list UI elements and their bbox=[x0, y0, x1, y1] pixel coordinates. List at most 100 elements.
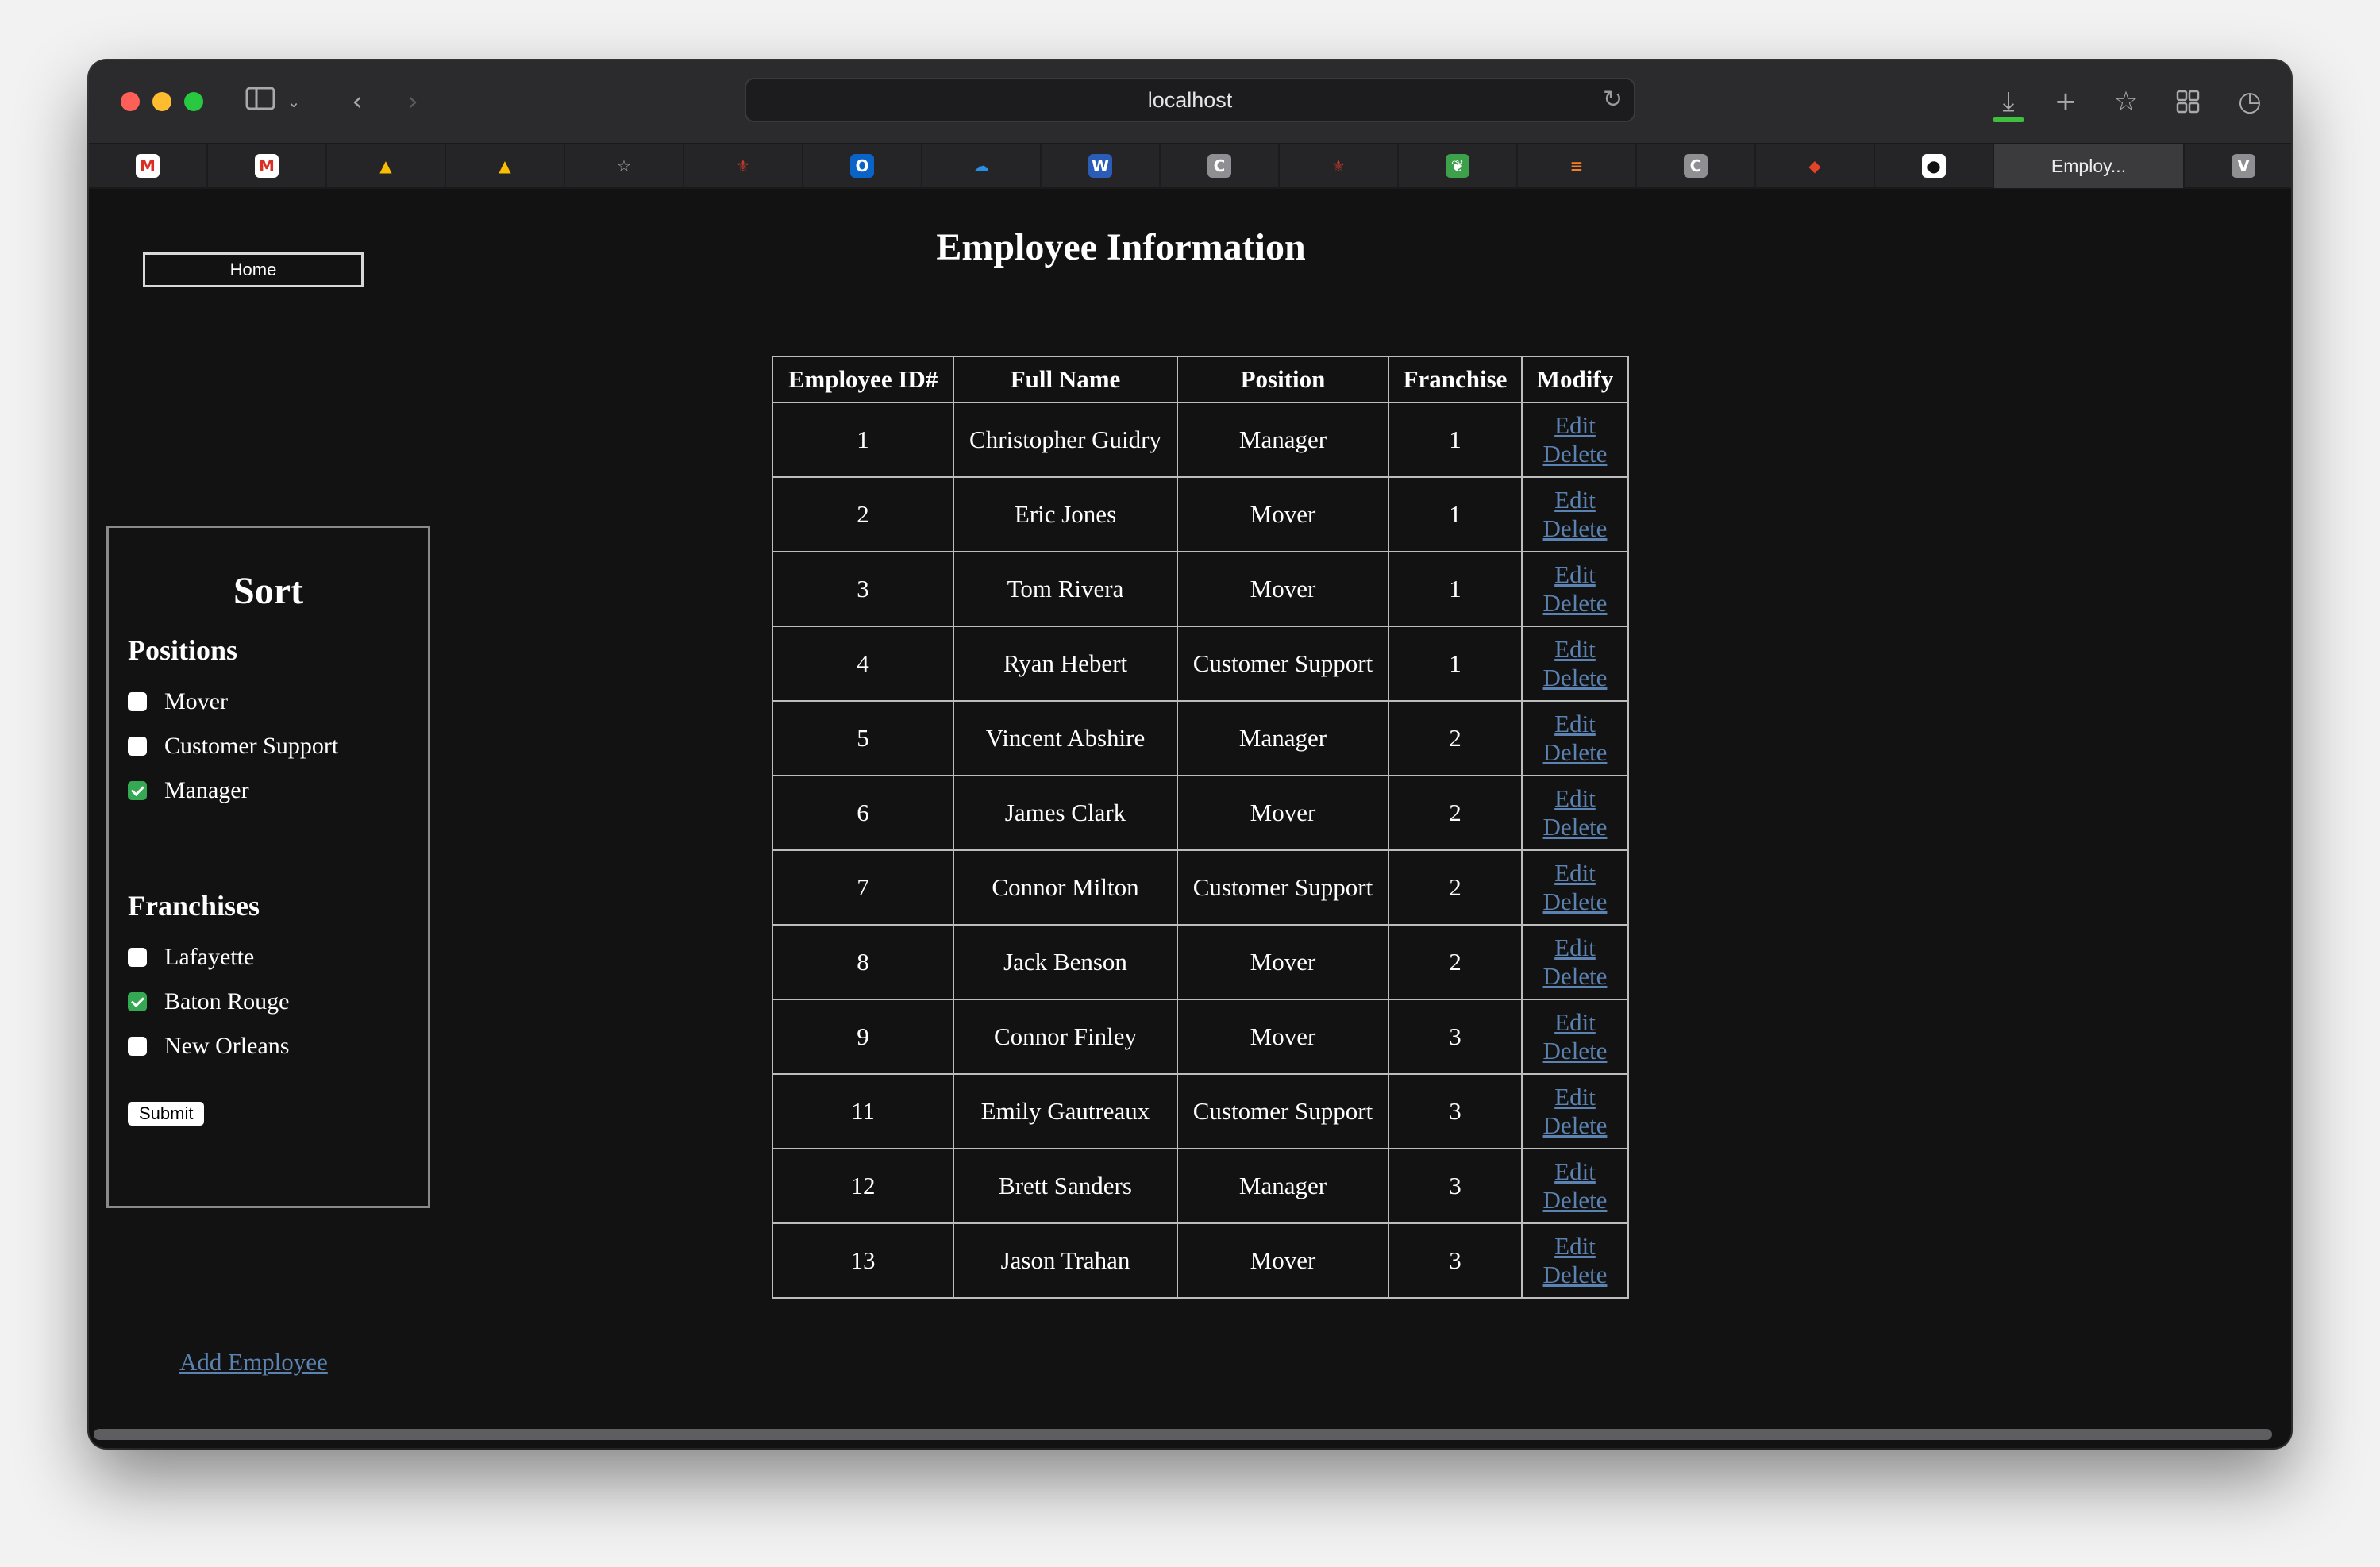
horizontal-scrollbar[interactable] bbox=[94, 1429, 2272, 1440]
delete-link[interactable]: Delete bbox=[1524, 589, 1626, 618]
table-row: 12 Brett Sanders Manager 3 Edit Delete bbox=[772, 1148, 1629, 1224]
franchise-checkbox[interactable] bbox=[128, 948, 147, 967]
position-cell: Customer Support bbox=[1177, 626, 1389, 702]
sidebar-toggle-icon[interactable] bbox=[243, 83, 278, 121]
delete-link[interactable]: Delete bbox=[1524, 440, 1626, 468]
edit-link[interactable]: Edit bbox=[1524, 1157, 1626, 1186]
edit-link[interactable]: Edit bbox=[1524, 1083, 1626, 1111]
edit-link[interactable]: Edit bbox=[1524, 859, 1626, 887]
star-icon: ☆ bbox=[617, 156, 631, 175]
forward-arrow-icon[interactable]: › bbox=[397, 83, 429, 121]
table-row: 7 Connor Milton Customer Support 2 Edit Delet… bbox=[772, 849, 1629, 926]
full-name-cell: Jack Benson bbox=[953, 924, 1178, 1000]
position-cell: Customer Support bbox=[1177, 1073, 1389, 1149]
franchise-cell: 2 bbox=[1388, 849, 1523, 926]
browser-tab[interactable]: V bbox=[2185, 144, 2291, 188]
column-header-modify: Modify bbox=[1521, 356, 1629, 403]
franchise-checkbox[interactable] bbox=[128, 992, 147, 1011]
word-icon: W bbox=[1088, 154, 1112, 178]
delete-link[interactable]: Delete bbox=[1524, 813, 1626, 841]
modify-cell: Edit Delete bbox=[1521, 626, 1629, 702]
minimize-window-button[interactable] bbox=[152, 92, 171, 111]
delete-link[interactable]: Delete bbox=[1524, 664, 1626, 692]
history-clock-icon[interactable]: ◷ bbox=[2231, 83, 2269, 121]
position-checkbox[interactable] bbox=[128, 692, 147, 711]
edit-link[interactable]: Edit bbox=[1524, 560, 1626, 589]
delete-link[interactable]: Delete bbox=[1524, 738, 1626, 767]
browser-tab[interactable]: ● bbox=[1875, 144, 1994, 188]
employee-id-cell: 13 bbox=[772, 1222, 954, 1299]
url-text: localhost bbox=[1147, 88, 1233, 112]
browser-tab[interactable]: M bbox=[89, 144, 208, 188]
fleur-de-lis-icon: ⚜ bbox=[736, 156, 750, 175]
submit-button[interactable]: Submit bbox=[128, 1102, 205, 1126]
google-drive-icon: ▲ bbox=[379, 156, 392, 175]
delete-link[interactable]: Delete bbox=[1524, 1037, 1626, 1065]
reload-icon[interactable]: ↻ bbox=[1603, 79, 1623, 121]
browser-tab[interactable]: O bbox=[803, 144, 922, 188]
edit-link[interactable]: Edit bbox=[1524, 934, 1626, 962]
edit-link[interactable]: Edit bbox=[1524, 486, 1626, 514]
position-cell: Mover bbox=[1177, 999, 1389, 1075]
position-option: Customer Support bbox=[128, 724, 409, 768]
edit-link[interactable]: Edit bbox=[1524, 1232, 1626, 1261]
add-employee-link[interactable]: Add Employee bbox=[179, 1348, 328, 1376]
browser-tab[interactable]: M bbox=[208, 144, 327, 188]
browser-tab[interactable]: ❦ bbox=[1399, 144, 1518, 188]
edit-link[interactable]: Edit bbox=[1524, 635, 1626, 664]
zoom-window-button[interactable] bbox=[184, 92, 203, 111]
full-name-cell: Vincent Abshire bbox=[953, 700, 1178, 776]
browser-tab[interactable]: ▲ bbox=[327, 144, 446, 188]
full-name-cell: Brett Sanders bbox=[953, 1148, 1178, 1224]
browser-tab[interactable]: W bbox=[1042, 144, 1161, 188]
address-bar[interactable]: localhost ↻ bbox=[745, 78, 1635, 122]
bookmark-star-icon[interactable]: ☆ bbox=[2107, 83, 2145, 121]
employee-id-cell: 3 bbox=[772, 551, 954, 627]
browser-tab[interactable]: ◆ bbox=[1756, 144, 1875, 188]
delete-link[interactable]: Delete bbox=[1524, 514, 1626, 543]
home-button[interactable]: Home bbox=[143, 252, 364, 287]
position-cell: Manager bbox=[1177, 402, 1389, 478]
franchises-heading: Franchises bbox=[128, 890, 260, 922]
browser-tab[interactable]: ☁ bbox=[922, 144, 1042, 188]
gmail-icon: M bbox=[255, 154, 279, 178]
sort-panel: Sort Positions Mover Customer Support Mana… bbox=[106, 526, 430, 1208]
download-icon[interactable]: ⤓ bbox=[1989, 83, 2028, 121]
tab-overview-icon[interactable] bbox=[2169, 83, 2207, 121]
edit-link[interactable]: Edit bbox=[1524, 784, 1626, 813]
browser-tab[interactable]: C bbox=[1161, 144, 1280, 188]
browser-tab[interactable]: ≡ bbox=[1518, 144, 1637, 188]
delete-link[interactable]: Delete bbox=[1524, 1111, 1626, 1140]
delete-link[interactable]: Delete bbox=[1524, 962, 1626, 991]
modify-cell: Edit Delete bbox=[1521, 775, 1629, 851]
employee-id-cell: 1 bbox=[772, 402, 954, 478]
franchise-checkbox[interactable] bbox=[128, 1037, 147, 1056]
new-tab-icon[interactable]: + bbox=[2047, 83, 2085, 121]
outlook-icon: O bbox=[850, 154, 874, 178]
positions-heading: Positions bbox=[128, 634, 238, 666]
chevron-down-icon[interactable]: ⌄ bbox=[284, 83, 303, 121]
stackoverflow-icon: ≡ bbox=[1569, 156, 1584, 175]
browser-window: ⌄ ‹ › localhost ↻ ⤓ + ☆ ◷ M M ▲ ▲ ☆ ⚜ O ☁ W C ⚜ ❦ ≡ C… bbox=[89, 60, 2291, 1448]
delete-link[interactable]: Delete bbox=[1524, 887, 1626, 916]
browser-tab[interactable]: C bbox=[1637, 144, 1756, 188]
browser-tab[interactable]: ⚜ bbox=[1280, 144, 1399, 188]
edit-link[interactable]: Edit bbox=[1524, 710, 1626, 738]
back-arrow-icon[interactable]: ‹ bbox=[341, 83, 373, 121]
position-checkbox[interactable] bbox=[128, 781, 147, 800]
delete-link[interactable]: Delete bbox=[1524, 1261, 1626, 1289]
browser-tab[interactable]: ▲ bbox=[446, 144, 565, 188]
delete-link[interactable]: Delete bbox=[1524, 1186, 1626, 1215]
browser-tab[interactable]: ☆ bbox=[565, 144, 684, 188]
position-checkbox[interactable] bbox=[128, 737, 147, 756]
close-window-button[interactable] bbox=[121, 92, 140, 111]
browser-tab[interactable]: ⚜ bbox=[684, 144, 803, 188]
tab-bar: M M ▲ ▲ ☆ ⚜ O ☁ W C ⚜ ❦ ≡ C ◆ ● Employ... V bbox=[89, 143, 2291, 189]
employee-id-cell: 6 bbox=[772, 775, 954, 851]
edit-link[interactable]: Edit bbox=[1524, 411, 1626, 440]
title-bar: ⌄ ‹ › localhost ↻ ⤓ + ☆ ◷ bbox=[89, 60, 2291, 143]
table-row: 2 Eric Jones Mover 1 Edit Delete bbox=[772, 476, 1629, 552]
v-letter-icon: V bbox=[2232, 154, 2255, 178]
edit-link[interactable]: Edit bbox=[1524, 1008, 1626, 1037]
browser-tab[interactable]: Employ... bbox=[1994, 144, 2185, 188]
